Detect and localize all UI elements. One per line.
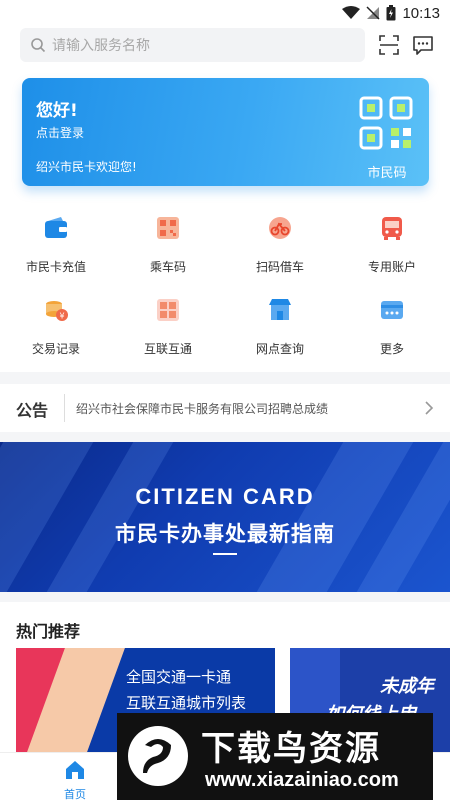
qr-label[interactable]: 市民码 — [352, 162, 422, 181]
hot-card-line2: 互联互通城市列表 — [126, 694, 247, 712]
banner-underline — [213, 553, 237, 555]
hot-title: 热门推荐 — [16, 622, 81, 641]
service-more[interactable]: 更多 — [336, 296, 448, 357]
wallet-icon — [45, 217, 67, 238]
greeting: 您好! — [36, 101, 78, 121]
bus-qr-icon — [157, 217, 179, 239]
login-link[interactable]: 点击登录 — [36, 124, 84, 141]
welcome-text: 绍兴市民卡欢迎您! — [36, 160, 137, 174]
watermark: 下载鸟资源 www.xiazainiao.com — [117, 713, 433, 800]
bike-icon — [269, 217, 291, 239]
tab-home[interactable]: 首页 — [30, 759, 120, 800]
banner-title-en: CITIZEN CARD — [135, 484, 315, 509]
service-label: 网点查询 — [255, 342, 304, 356]
qr-code-icon[interactable] — [359, 96, 413, 150]
status-bar: 10:13 — [0, 0, 450, 26]
top-bar: 请输入服务名称 — [0, 26, 450, 72]
bird-logo-icon — [128, 726, 188, 786]
signal-off-icon — [366, 6, 380, 20]
service-account[interactable]: 专用账户 — [336, 214, 448, 275]
service-recharge[interactable]: 市民卡充值 — [0, 214, 112, 275]
search-placeholder: 请输入服务名称 — [52, 38, 150, 54]
notice-bar[interactable]: 公告 绍兴市社会保障市民卡服务有限公司招聘总成绩 — [0, 384, 450, 432]
coins-icon: ¥ — [46, 301, 68, 321]
service-label: 交易记录 — [31, 342, 80, 356]
service-outlets[interactable]: 网点查询 — [224, 296, 336, 357]
service-label: 更多 — [379, 342, 404, 356]
service-bike[interactable]: 扫码借车 — [224, 214, 336, 275]
service-label: 乘车码 — [149, 260, 186, 274]
service-transactions[interactable]: ¥ 交易记录 — [0, 296, 112, 357]
hot-card-line1: 全国交通一卡通 — [126, 668, 232, 686]
service-label: 专用账户 — [367, 260, 416, 274]
search-icon — [31, 38, 46, 53]
app-screen: 10:13 请输入服务名称 您好! 点击登录 绍兴市民卡欢迎您! 市民码 市民卡… — [0, 0, 450, 800]
notice-divider — [64, 394, 65, 422]
watermark-title: 下载鸟资源 — [201, 729, 381, 769]
qr-link-icon — [157, 299, 179, 321]
home-icon — [66, 761, 84, 779]
promo-banner[interactable]: CITIZEN CARD 市民卡办事处最新指南 — [0, 442, 450, 592]
banner-title-cn: 市民卡办事处最新指南 — [115, 522, 335, 546]
notice-text[interactable]: 绍兴市社会保障市民卡服务有限公司招聘总成绩 — [76, 400, 328, 417]
message-icon[interactable] — [412, 34, 434, 56]
service-bus-code[interactable]: 乘车码 — [112, 214, 224, 275]
store-icon — [269, 299, 291, 320]
citizen-card[interactable]: 您好! 点击登录 绍兴市民卡欢迎您! 市民码 — [22, 78, 429, 186]
tab-home-label: 首页 — [64, 788, 86, 800]
status-time: 10:13 — [402, 4, 440, 22]
notice-title: 公告 — [16, 401, 49, 420]
hot-card-line1: 未成年 — [380, 676, 434, 697]
service-label: 扫码借车 — [255, 260, 304, 274]
service-label: 市民卡充值 — [25, 260, 86, 274]
service-label: 互联互通 — [143, 342, 192, 356]
battery-icon — [386, 5, 396, 21]
chevron-right-icon[interactable] — [424, 399, 434, 417]
bus-icon — [382, 217, 402, 240]
scan-icon[interactable] — [378, 34, 400, 56]
search-input[interactable]: 请输入服务名称 — [20, 28, 365, 62]
service-interconnect[interactable]: 互联互通 — [112, 296, 224, 357]
wifi-icon — [342, 6, 361, 19]
watermark-url: www.xiazainiao.com — [205, 769, 399, 791]
svg-text:¥: ¥ — [59, 312, 64, 321]
more-icon — [381, 301, 403, 319]
